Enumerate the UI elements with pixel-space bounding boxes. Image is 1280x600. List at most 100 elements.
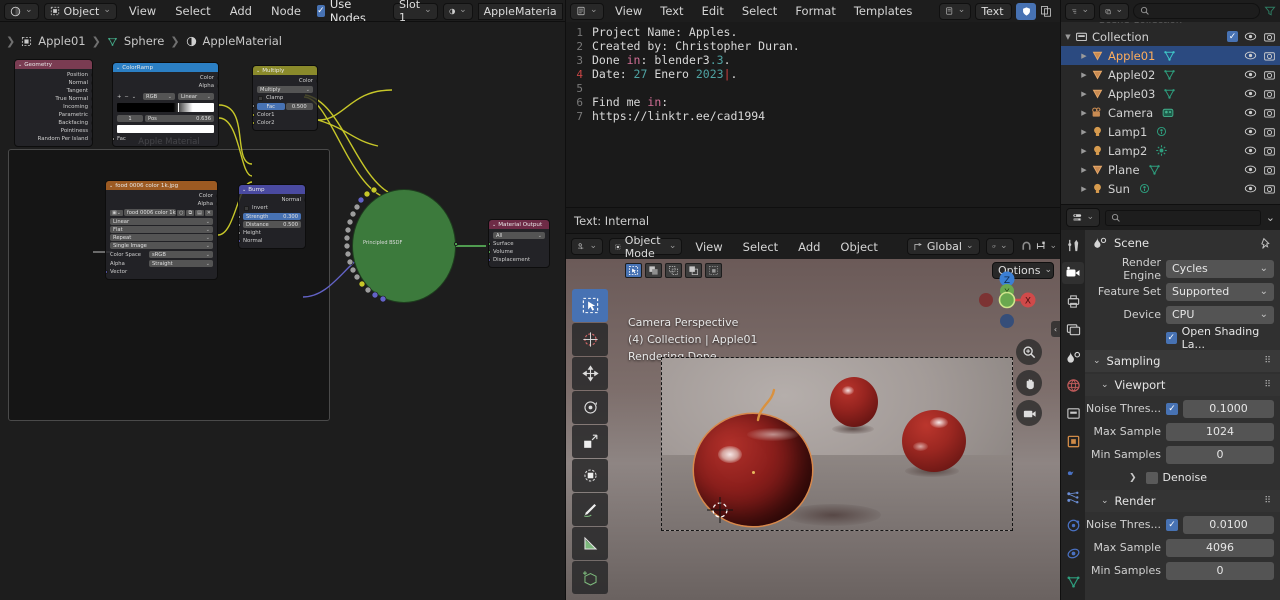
node-bump[interactable]: ⌄ Bump Normal Invert Strength 0.300 Distan… [238,184,306,249]
breadcrumb-mesh[interactable]: Sphere [124,34,165,48]
node-socket-row[interactable]: Position [15,71,92,79]
code-line[interactable]: 3 Done in: blender3.3. [566,53,1060,67]
min-samples-value[interactable]: 0 [1166,445,1274,464]
tab-collection[interactable] [1062,402,1084,424]
disclosure-triangle-icon[interactable]: ▶ [1077,185,1091,193]
tab-particles[interactable] [1062,486,1084,508]
bump-strength-field[interactable]: Strength 0.300 [243,213,301,220]
socket-icon[interactable] [315,79,317,83]
section-viewport[interactable]: ⌄ Viewport ⠿ [1085,374,1280,396]
area-divider-vertical-2[interactable] [1060,0,1061,600]
breadcrumb-object[interactable]: Apple01 [38,34,85,48]
text-menu-view[interactable]: View [608,2,649,20]
camera-view-icon[interactable] [1016,400,1042,426]
outliner-item-lamp2[interactable]: ▶ Lamp2 [1061,141,1280,160]
text-menu-text[interactable]: Text [653,2,690,20]
bump-distance-field[interactable]: Distance 0.500 [243,221,301,228]
editor-type-selector[interactable]: ⌄ [4,2,39,20]
viewport-menu-view[interactable]: View [688,238,729,256]
disclosure-triangle-icon[interactable]: ▼ [1061,33,1075,41]
camera-render-icon[interactable] [1263,107,1276,119]
node-colorramp[interactable]: ⌄ColorRamp Color Alpha + − ⌄ RGB Linear [112,62,219,147]
socket-icon[interactable] [239,231,241,235]
colorramp-pos-field[interactable]: Pos 0.636 [145,115,214,122]
node-material-output[interactable]: ⌄Material Output All Surface Volume Disp… [488,219,550,268]
eye-icon[interactable] [1244,88,1257,99]
mesh-data-icon[interactable] [1163,87,1176,100]
node-socket-row[interactable]: Tangent [15,87,92,95]
code-line[interactable]: 2 Created by: Christopher Duran. [566,39,1060,53]
code-line[interactable]: 1 Project Name: Apples. [566,25,1060,39]
disclosure-triangle-icon[interactable]: ▶ [1077,128,1091,136]
node-socket-row[interactable]: Fac [113,135,218,143]
eye-icon[interactable] [1244,31,1257,42]
eye-icon[interactable] [1244,126,1257,137]
image-projection[interactable]: Flat [110,226,213,233]
outliner-item-apple01[interactable]: ▶ Apple01 [1061,46,1280,65]
material-name-field[interactable]: AppleMateria [477,2,563,20]
text-code-area[interactable]: 1 Project Name: Apples. 2 Created by: Chri… [566,22,1060,208]
shader-type-selector[interactable]: Object ⌄ [43,2,117,20]
eye-icon[interactable] [1244,107,1257,118]
color-space-value[interactable]: sRGB [149,251,213,258]
outliner-editor-type-selector[interactable]: ⌄ [1065,2,1095,20]
camera-render-icon[interactable] [1263,50,1276,62]
node-socket-row[interactable]: Vector [106,268,217,276]
tool-measure[interactable] [572,527,608,560]
node-socket-row[interactable]: Alpha [106,200,217,208]
socket-icon[interactable] [303,198,305,202]
eye-icon[interactable] [1244,145,1257,156]
camera-render-icon[interactable] [1263,69,1276,81]
node-socket-row[interactable]: Displacement [489,256,549,264]
tool-annotate[interactable] [572,493,608,526]
tool-move[interactable] [572,357,608,390]
node-multiply[interactable]: ⌄Multiply Color Multiply Clamp Fac 0.500… [252,65,318,131]
tab-view-layer[interactable] [1062,318,1084,340]
colorramp-color-mode[interactable]: RGB [143,93,175,100]
image-browse-icon[interactable]: ▣⌄ [110,209,123,216]
socket-icon[interactable] [106,270,108,274]
image-extension[interactable]: Repeat [110,234,213,241]
mesh-data-icon[interactable] [1163,49,1176,62]
colorramp-interpolation[interactable]: Linear [178,93,214,100]
property-viewport-noise-threshold[interactable]: Noise Thres... ✓ 0.1000 [1085,398,1274,419]
tool-scale[interactable] [572,425,608,458]
max-sample-value[interactable]: 1024 [1166,422,1274,441]
area-divider-horizontal-3[interactable] [1061,204,1280,205]
mesh-data-icon[interactable] [1148,163,1161,176]
node-socket-row[interactable]: Incoming [15,103,92,111]
node-menu-view[interactable]: View [122,2,163,20]
tab-render[interactable] [1062,262,1084,284]
node-image-texture[interactable]: ⌄ food 0006 color 1k.jpg Color Alpha ▣⌄ f… [105,180,218,280]
denoise-checkbox[interactable] [1145,471,1158,484]
breadcrumb-material[interactable]: AppleMaterial [203,34,282,48]
outliner-item-plane[interactable]: ▶ Plane [1061,160,1280,179]
text-menu-templates[interactable]: Templates [847,2,919,20]
camera-render-icon[interactable] [1263,126,1276,138]
node-socket-row[interactable]: Color2 [253,119,317,127]
code-line[interactable]: 4 Date: 27 Enero 2023|. [566,67,1060,81]
node-socket-row[interactable]: Height [239,229,305,237]
camera-render-icon[interactable] [1263,88,1276,100]
outliner-display-mode[interactable]: ⌄ [1099,2,1129,20]
viewport-menu-add[interactable]: Add [791,238,827,256]
node-socket-row[interactable]: Color [106,192,217,200]
socket-icon[interactable] [215,202,217,206]
node-socket-row[interactable]: Surface [489,240,549,248]
tab-scene[interactable] [1062,346,1084,368]
eye-icon[interactable] [1244,164,1257,175]
colorramp-menu[interactable]: ⌄ [132,94,136,100]
tool-add-cube[interactable] [572,561,608,594]
image-interpolation[interactable]: Linear [110,218,213,225]
node-socket-row[interactable]: Backfacing [15,119,92,127]
colorramp-index[interactable]: 1 [117,115,143,122]
node-socket-row[interactable]: Normal [15,79,92,87]
text-menu-select[interactable]: Select [735,2,784,20]
socket-icon[interactable] [253,104,255,108]
pivot-point-selector[interactable]: ⌄ [985,238,1014,255]
socket-icon[interactable] [90,73,92,77]
transform-orientation-selector[interactable]: Global ⌄ [906,238,980,255]
viewport-menu-object[interactable]: Object [833,238,884,256]
proportional-edit-icon[interactable] [1035,240,1048,253]
code-line[interactable]: 5 [566,81,1060,95]
